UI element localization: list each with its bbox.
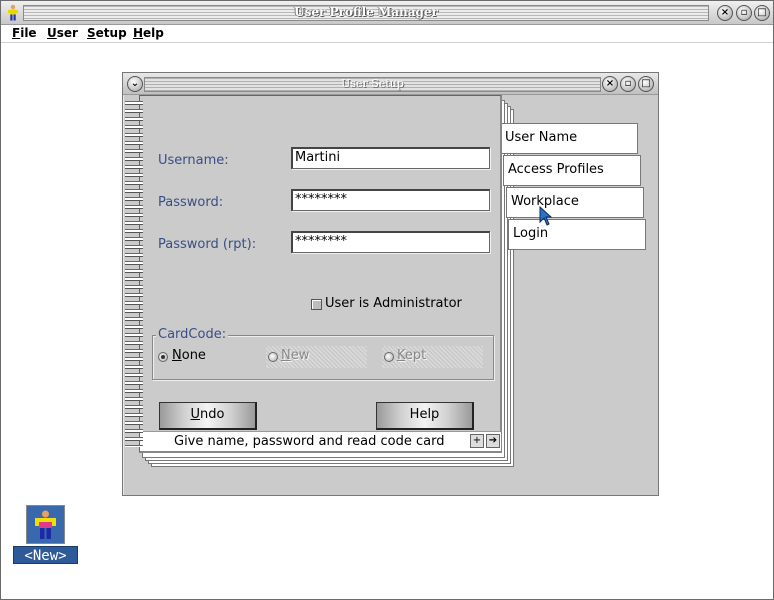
undo-button[interactable]: Undo bbox=[159, 402, 257, 430]
page-next-icon[interactable]: + bbox=[470, 434, 484, 448]
user-setup-dialog: ⌄ User Setup × ▫ □ User Name Access Prof… bbox=[122, 72, 659, 496]
maximize-window-button[interactable]: □ bbox=[754, 5, 770, 21]
menu-bar: File User Setup Help bbox=[1, 25, 773, 43]
menu-file[interactable]: File bbox=[12, 26, 37, 40]
dialog-title-strip: User Setup bbox=[144, 77, 601, 92]
radio-new[interactable] bbox=[268, 352, 278, 362]
radio-kept-label[interactable]: Kept bbox=[397, 348, 426, 363]
administrator-checkbox[interactable] bbox=[311, 299, 322, 310]
title-strip: User Profile Manager bbox=[23, 5, 709, 21]
app-person-icon[interactable] bbox=[4, 4, 22, 22]
status-text: Give name, password and read code card bbox=[174, 434, 445, 449]
tab-user-name[interactable]: User Name bbox=[500, 123, 638, 154]
menu-user[interactable]: User bbox=[47, 26, 78, 40]
password-label: Password: bbox=[158, 195, 224, 210]
tab-access-profiles[interactable]: Access Profiles bbox=[503, 155, 641, 186]
radio-kept[interactable] bbox=[384, 352, 394, 362]
menu-help[interactable]: Help bbox=[133, 26, 164, 40]
username-field[interactable]: Martini bbox=[291, 147, 490, 169]
password-field[interactable]: ******** bbox=[291, 189, 490, 211]
notebook-spiral-binding bbox=[125, 99, 143, 447]
dialog-title-bar[interactable]: ⌄ User Setup × ▫ □ bbox=[123, 73, 658, 95]
dialog-maximize-button[interactable]: □ bbox=[638, 76, 654, 92]
status-bar: Give name, password and read code card +… bbox=[140, 431, 501, 451]
new-user-desktop-label[interactable]: <New> bbox=[13, 546, 78, 564]
notebook-page: Username: Martini Password: ******** Pas… bbox=[139, 95, 502, 453]
radio-none-label[interactable]: None bbox=[172, 348, 206, 363]
mouse-pointer-icon bbox=[539, 206, 553, 226]
app-title: User Profile Manager bbox=[294, 5, 438, 19]
tab-login[interactable]: Login bbox=[508, 219, 646, 250]
dialog-menu-button[interactable]: ⌄ bbox=[127, 76, 143, 92]
menu-setup[interactable]: Setup bbox=[87, 26, 127, 40]
main-window: User Profile Manager × ▫ □ File User Set… bbox=[0, 0, 774, 600]
person-icon bbox=[27, 506, 64, 543]
dialog-close-button[interactable]: × bbox=[602, 76, 618, 92]
help-button[interactable]: Help bbox=[376, 402, 474, 430]
minimize-window-button[interactable]: ▫ bbox=[736, 5, 752, 21]
password-repeat-label: Password (rpt): bbox=[158, 237, 257, 252]
username-label: Username: bbox=[158, 153, 229, 168]
password-repeat-field[interactable]: ******** bbox=[291, 231, 490, 253]
tab-workplace[interactable]: Workplace bbox=[506, 187, 644, 218]
title-bar[interactable]: User Profile Manager × ▫ □ bbox=[1, 1, 773, 25]
radio-new-label[interactable]: New bbox=[281, 348, 309, 363]
close-window-button[interactable]: × bbox=[717, 5, 733, 21]
dialog-minimize-button[interactable]: ▫ bbox=[620, 76, 636, 92]
new-user-desktop-icon[interactable] bbox=[26, 505, 65, 544]
radio-none[interactable] bbox=[158, 352, 168, 362]
dialog-title: User Setup bbox=[341, 77, 404, 90]
cardcode-legend: CardCode: bbox=[156, 327, 229, 342]
administrator-checkbox-label[interactable]: User is Administrator bbox=[325, 296, 462, 311]
page-arrow-icon[interactable]: ➔ bbox=[486, 434, 500, 448]
